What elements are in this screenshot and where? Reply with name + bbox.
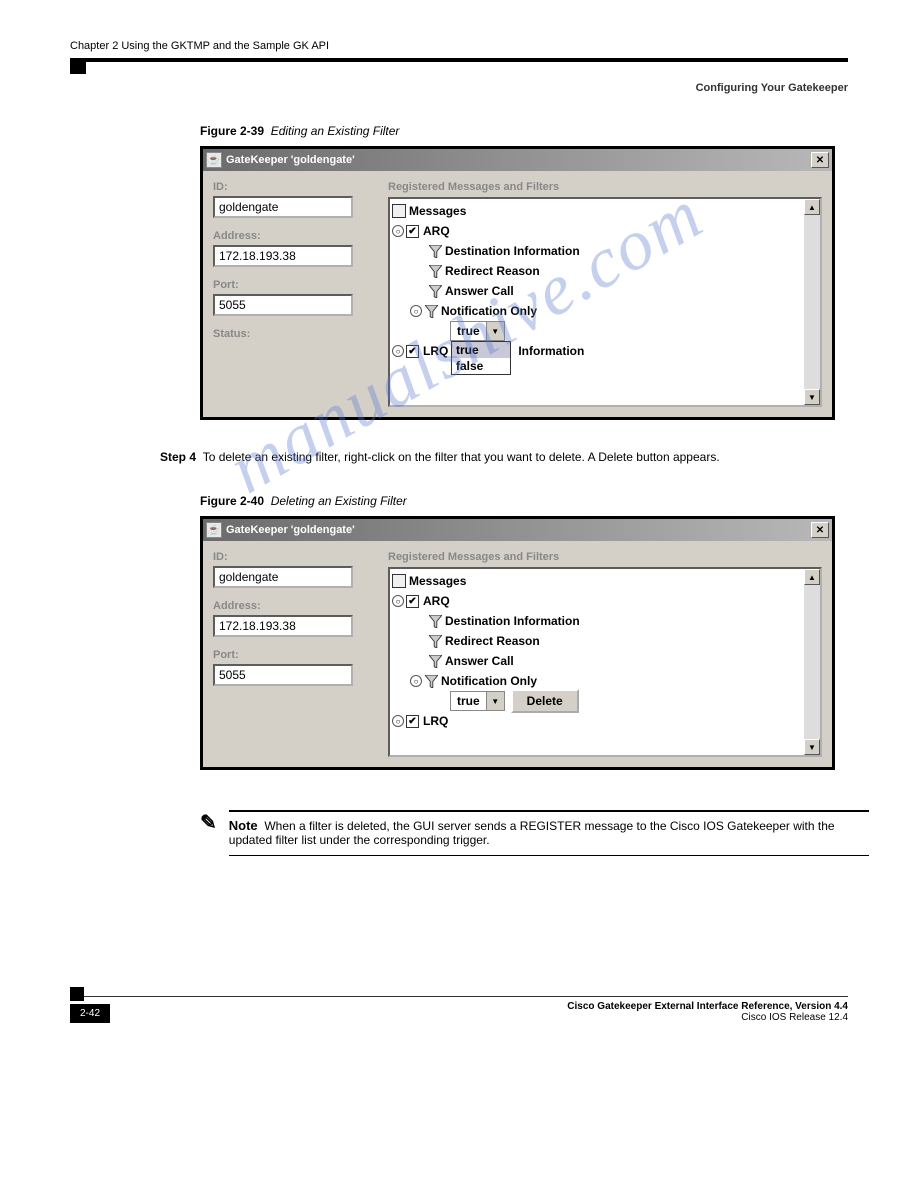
scroll-up-icon[interactable]: ▲: [804, 199, 820, 215]
funnel-icon: [428, 654, 442, 668]
lrq-checkbox[interactable]: ✔: [406, 345, 419, 358]
titlebar: ☕ GateKeeper 'goldengate' ✕: [203, 519, 832, 541]
tree-lrq[interactable]: ○ ✔ LRQ: [392, 711, 818, 731]
address-label: Address:: [213, 600, 368, 612]
expand-handle-icon[interactable]: ○: [392, 345, 404, 357]
scroll-down-icon[interactable]: ▼: [804, 389, 820, 405]
filter-dest-info[interactable]: Destination Information: [392, 611, 818, 631]
address-label: Address:: [213, 230, 368, 242]
pencil-icon: ✎: [200, 810, 217, 835]
doc-icon: [392, 574, 406, 588]
port-label: Port:: [213, 279, 368, 291]
scroll-up-icon[interactable]: ▲: [804, 569, 820, 585]
arq-checkbox[interactable]: ✔: [406, 225, 419, 238]
scrollbar[interactable]: ▲ ▼: [804, 199, 820, 405]
expand-handle-icon[interactable]: ○: [410, 675, 422, 687]
scroll-down-icon[interactable]: ▼: [804, 739, 820, 755]
funnel-icon: [428, 614, 442, 628]
note-block: ✎ Note When a filter is deleted, the GUI…: [200, 810, 848, 856]
tree-heading: Registered Messages and Filters: [388, 551, 822, 563]
chevron-down-icon[interactable]: ▼: [486, 692, 504, 710]
filter-notification[interactable]: ○ Notification Only: [392, 301, 818, 321]
port-input[interactable]: [213, 664, 353, 686]
footer-book: Cisco Gatekeeper External Interface Refe…: [567, 1001, 848, 1012]
option-false[interactable]: false: [452, 358, 510, 374]
tree-root[interactable]: Messages: [392, 201, 818, 221]
expand-handle-icon[interactable]: ○: [410, 305, 422, 317]
left-panel: ID: Address: Port: Status:: [213, 181, 368, 407]
tree-arq[interactable]: ○ ✔ ARQ: [392, 221, 818, 241]
funnel-icon: [428, 634, 442, 648]
window-title: GateKeeper 'goldengate': [226, 154, 811, 166]
id-input[interactable]: [213, 566, 353, 588]
gatekeeper-window-1: ☕ GateKeeper 'goldengate' ✕ ID: Address:…: [200, 146, 835, 420]
tree-arq[interactable]: ○ ✔ ARQ: [392, 591, 818, 611]
status-label: Status:: [213, 328, 368, 340]
tree-box: Messages ○ ✔ ARQ Destination Information: [388, 567, 822, 757]
arq-checkbox[interactable]: ✔: [406, 595, 419, 608]
funnel-icon: [428, 244, 442, 258]
port-input[interactable]: [213, 294, 353, 316]
filter-redirect[interactable]: Redirect Reason: [392, 261, 818, 281]
scrollbar[interactable]: ▲ ▼: [804, 569, 820, 755]
chapter-left: Chapter 2 Using the GKTMP and the Sample…: [70, 40, 329, 52]
filter-answer[interactable]: Answer Call: [392, 651, 818, 671]
filter-redirect[interactable]: Redirect Reason: [392, 631, 818, 651]
right-panel: Registered Messages and Filters Messages…: [388, 181, 822, 407]
expand-handle-icon[interactable]: ○: [392, 225, 404, 237]
combo[interactable]: true ▼: [450, 691, 505, 711]
footer-doc: Cisco IOS Release 12.4: [567, 1012, 848, 1023]
java-icon: ☕: [206, 522, 222, 538]
tree-root[interactable]: Messages: [392, 571, 818, 591]
address-input[interactable]: [213, 245, 353, 267]
option-true[interactable]: true: [452, 342, 510, 358]
combo-selected: true: [451, 324, 486, 338]
step-4: Step 4 To delete an existing filter, rig…: [160, 450, 848, 464]
close-button[interactable]: ✕: [811, 152, 829, 168]
tree-heading: Registered Messages and Filters: [388, 181, 822, 193]
doc-icon: [392, 204, 406, 218]
figure-1-caption: Figure 2-39 Editing an Existing Filter: [200, 124, 848, 138]
funnel-icon: [428, 264, 442, 278]
dropdown-list: true false: [451, 341, 511, 375]
gatekeeper-window-2: ☕ GateKeeper 'goldengate' ✕ ID: Address:…: [200, 516, 835, 770]
section-title: Configuring Your Gatekeeper: [70, 82, 848, 94]
funnel-icon: [428, 284, 442, 298]
page-number: 2-42: [70, 1004, 110, 1023]
delete-button[interactable]: Delete: [511, 689, 579, 713]
filter-value-combo[interactable]: true ▼ true false: [392, 321, 818, 341]
id-label: ID:: [213, 551, 368, 563]
figure-2-caption: Figure 2-40 Deleting an Existing Filter: [200, 494, 848, 508]
filter-value-row: true ▼ Delete: [392, 691, 818, 711]
expand-handle-icon[interactable]: ○: [392, 715, 404, 727]
funnel-icon: [424, 304, 438, 318]
right-panel: Registered Messages and Filters Messages…: [388, 551, 822, 757]
port-label: Port:: [213, 649, 368, 661]
filter-dest-info[interactable]: Destination Information: [392, 241, 818, 261]
address-input[interactable]: [213, 615, 353, 637]
close-button[interactable]: ✕: [811, 522, 829, 538]
filter-notification[interactable]: ○ Notification Only: [392, 671, 818, 691]
java-icon: ☕: [206, 152, 222, 168]
combo-selected: true: [451, 694, 486, 708]
id-input[interactable]: [213, 196, 353, 218]
funnel-icon: [424, 674, 438, 688]
tree-box: Messages ○ ✔ ARQ Destination Information: [388, 197, 822, 407]
filter-answer[interactable]: Answer Call: [392, 281, 818, 301]
window-title: GateKeeper 'goldengate': [226, 524, 811, 536]
titlebar: ☕ GateKeeper 'goldengate' ✕: [203, 149, 832, 171]
chevron-down-icon[interactable]: ▼: [486, 322, 504, 340]
expand-handle-icon[interactable]: ○: [392, 595, 404, 607]
left-panel: ID: Address: Port:: [213, 551, 368, 757]
id-label: ID:: [213, 181, 368, 193]
page-footer: 2-42 Cisco Gatekeeper External Interface…: [70, 996, 848, 1023]
lrq-checkbox[interactable]: ✔: [406, 715, 419, 728]
